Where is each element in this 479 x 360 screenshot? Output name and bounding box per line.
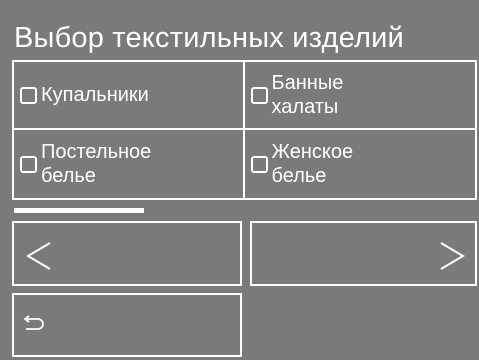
page-title: Выбор текстильных изделий (14, 22, 404, 54)
option-label: Женское белье (271, 141, 354, 187)
next-button[interactable] (250, 221, 477, 286)
return-arrow-icon (23, 315, 44, 330)
chevron-left-icon (26, 242, 51, 270)
option-bed-linen[interactable]: Постельное белье (14, 130, 245, 198)
back-button[interactable] (12, 293, 242, 357)
checkbox-icon[interactable] (20, 86, 37, 104)
option-lingerie[interactable]: Женское белье (245, 130, 476, 198)
page-progress-bar (14, 208, 144, 213)
textile-options-grid: Купальники Банные халаты Постельное бель… (12, 60, 477, 200)
checkbox-icon[interactable] (20, 155, 37, 173)
option-label: Купальники (41, 84, 149, 106)
option-label: Банные халаты (271, 72, 344, 118)
checkbox-icon[interactable] (250, 155, 268, 173)
chevron-right-icon (440, 242, 465, 270)
option-bathrobes[interactable]: Банные халаты (244, 62, 475, 130)
checkbox-icon[interactable] (250, 86, 268, 104)
option-swimwear[interactable]: Купальники (14, 62, 245, 130)
previous-button[interactable] (12, 221, 242, 286)
option-label: Постельное белье (41, 141, 152, 187)
